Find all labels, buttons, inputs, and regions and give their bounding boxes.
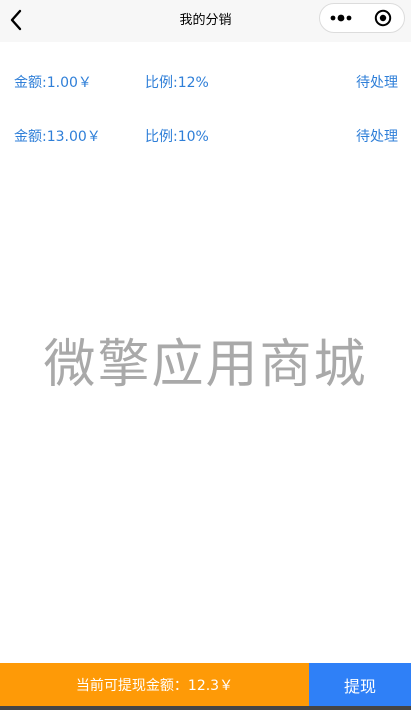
distribution-record-row: 金额:13.00￥ 比例:10% 待处理 [0,120,411,150]
watermark-text: 微擎应用商城 [43,335,368,395]
bottom-bar: 当前可提现金额：12.3￥ 提现 [0,663,411,706]
record-status: 待处理 [356,129,398,145]
more-menu-button[interactable] [320,4,363,32]
record-ratio: 比例:12% [145,75,209,91]
more-dots-icon [330,14,352,22]
capsule-menu [319,3,405,33]
withdrawable-amount: 当前可提现金额：12.3￥ [0,663,309,706]
target-close-icon [374,9,392,27]
close-miniprogram-button[interactable] [363,4,404,32]
distribution-record-row: 金额:1.00￥ 比例:12% 待处理 [0,66,411,96]
record-amount: 金额:1.00￥ [14,75,92,91]
navigation-bar: 我的分销 [0,0,411,42]
bottom-edge-divider [0,706,411,710]
withdraw-button[interactable]: 提现 [309,663,411,706]
record-amount: 金额:13.00￥ [14,129,101,145]
record-ratio: 比例:10% [145,129,209,145]
record-status: 待处理 [356,75,398,91]
